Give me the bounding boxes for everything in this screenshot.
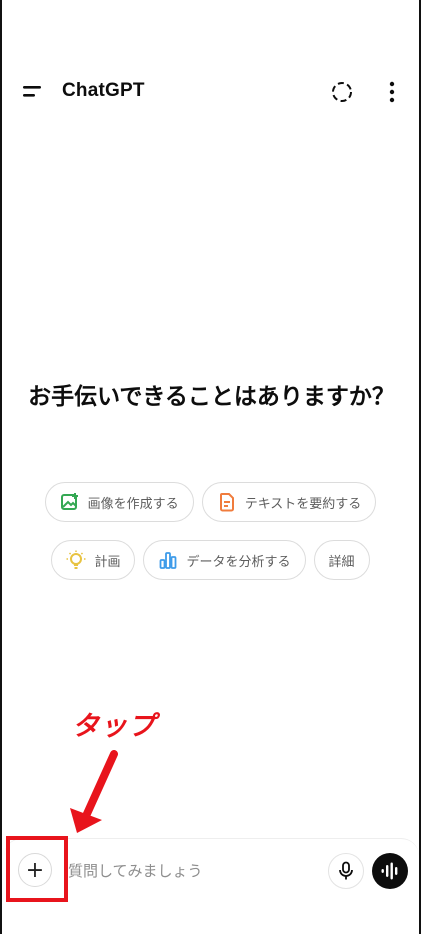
attach-plus-button[interactable]: + [18, 853, 52, 887]
more-vertical-icon[interactable] [382, 80, 402, 104]
suggestion-label: 詳細 [328, 554, 355, 570]
welcome-heading: お手伝いできることはありますか？ [28, 384, 395, 410]
suggestion-label: データを分析する [186, 554, 291, 570]
top-bar: ChatGPT [2, 72, 419, 112]
message-composer: + [4, 838, 419, 903]
suggestion-analyze-data[interactable]: データを分析する [143, 540, 306, 580]
dictate-button[interactable] [328, 853, 364, 889]
app-title[interactable]: ChatGPT [62, 80, 145, 102]
suggestion-summarize-text[interactable]: テキストを要約する [201, 482, 377, 522]
app-screen: ChatGPT お手伝いできることはありますか？ 画像を作成する テキストを要約… [0, 0, 421, 934]
suggestion-row-2: 計画 データを分析する 詳細 [2, 540, 419, 580]
image-create-icon [60, 493, 78, 510]
annotation-arrow-icon [65, 750, 121, 839]
suggestion-label: テキストを要約する [244, 496, 362, 512]
voice-mode-button[interactable] [372, 853, 408, 889]
suggestion-create-image[interactable]: 画像を作成する [44, 482, 194, 522]
lightbulb-icon [66, 550, 86, 569]
dashed-circle-icon[interactable] [330, 80, 354, 104]
suggestion-more[interactable]: 詳細 [313, 540, 370, 580]
bar-chart-icon [160, 552, 177, 569]
microphone-icon [339, 861, 353, 880]
voice-waveform-icon [381, 862, 398, 880]
suggestion-label: 画像を作成する [87, 496, 179, 512]
suggestion-row-1: 画像を作成する テキストを要約する [2, 482, 419, 522]
document-icon [219, 493, 234, 512]
tap-annotation-label: タップ [72, 711, 156, 742]
suggestion-plan[interactable]: 計画 [51, 540, 136, 580]
message-input[interactable] [68, 859, 308, 883]
suggestion-label: 計画 [94, 554, 121, 570]
menu-icon[interactable] [22, 82, 44, 102]
